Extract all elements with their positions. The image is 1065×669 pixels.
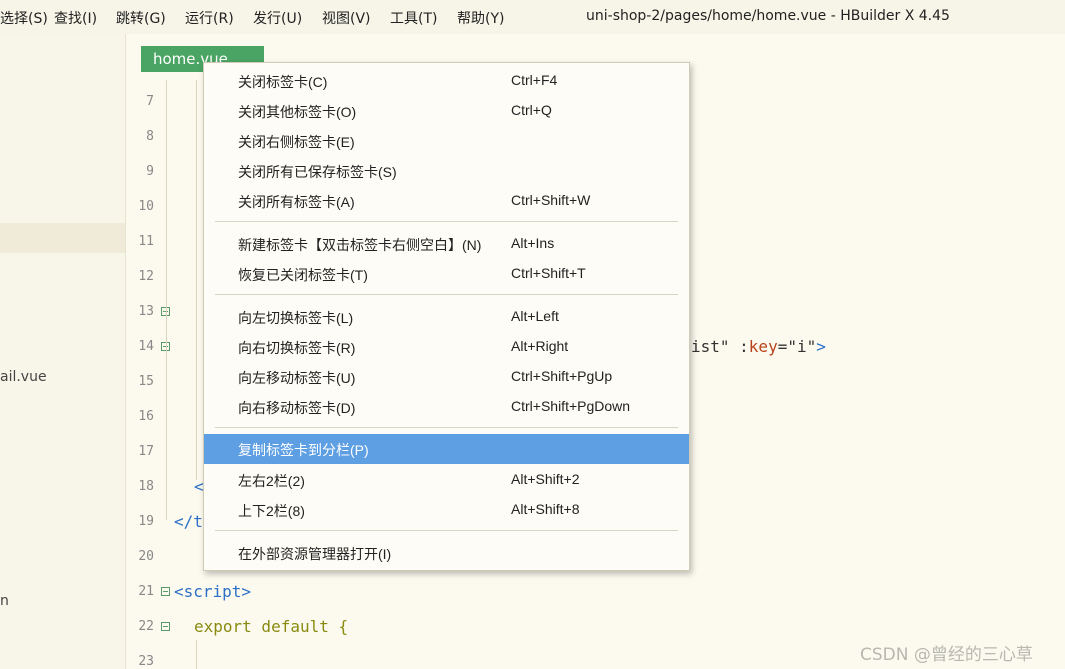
menu-help[interactable]: 帮助(Y) — [457, 8, 504, 28]
menu-bar: 选择(S) 查找(I) 跳转(G) 运行(R) 发行(U) 视图(V) 工具(T… — [0, 0, 1065, 34]
line-number: 8 — [146, 129, 154, 144]
menu-item-shortcut: Alt+Shift+2 — [511, 471, 580, 487]
menu-item-close-all-tabs[interactable]: 关闭所有标签卡(A) Ctrl+Shift+W — [204, 186, 689, 216]
menu-item-copy-tab-to-split[interactable]: 复制标签卡到分栏(P) — [204, 434, 689, 464]
line-number: 15 — [138, 374, 154, 389]
menu-item-shortcut: Alt+Left — [511, 308, 559, 324]
menu-item-label: 左右2栏(2) — [238, 473, 305, 489]
indent-guide — [196, 80, 197, 480]
watermark: CSDN @曾经的三心草 — [860, 645, 1033, 665]
line-number: 12 — [138, 269, 154, 284]
menu-item-label: 上下2栏(8) — [238, 503, 305, 519]
menu-item-label: 关闭右侧标签卡(E) — [238, 134, 355, 150]
line-number: 14 — [138, 339, 154, 354]
menu-item-label: 恢复已关闭标签卡(T) — [238, 267, 368, 283]
line-number: 19 — [138, 514, 154, 529]
code-line-14-tail: ist" :key="i"> — [691, 337, 826, 356]
line-number: 11 — [138, 234, 154, 249]
line-number: 7 — [146, 94, 154, 109]
sidebar-selected-row[interactable] — [0, 223, 125, 253]
project-sidebar: ail.vue n — [0, 34, 126, 669]
menu-item-shortcut: Alt+Ins — [511, 235, 555, 251]
indent-guide — [196, 640, 197, 669]
menu-item-label: 向左切换标签卡(L) — [238, 310, 354, 326]
menu-item-shortcut: Ctrl+Shift+W — [511, 192, 591, 208]
menu-item-label: 向右移动标签卡(D) — [238, 400, 356, 416]
line-number: 17 — [138, 444, 154, 459]
line-number: 16 — [138, 409, 154, 424]
menu-separator — [215, 427, 678, 428]
menu-item-reopen-closed-tab[interactable]: 恢复已关闭标签卡(T) Ctrl+Shift+T — [204, 259, 689, 289]
line-number: 23 — [138, 654, 154, 669]
fold-toggle-icon[interactable] — [161, 622, 170, 631]
menu-item-close-saved-tabs[interactable]: 关闭所有已保存标签卡(S) — [204, 156, 689, 186]
sidebar-file-item[interactable]: ail.vue — [0, 369, 47, 385]
menu-item-label: 复制标签卡到分栏(P) — [238, 442, 369, 458]
menu-item-shortcut: Ctrl+Q — [511, 102, 552, 118]
menu-select[interactable]: 选择(S) — [0, 8, 48, 28]
menu-item-open-in-explorer[interactable]: 在外部资源管理器打开(I) — [204, 538, 689, 568]
line-number: 13 — [138, 304, 154, 319]
menu-item-label: 关闭所有标签卡(A) — [238, 194, 355, 210]
menu-find[interactable]: 查找(I) — [54, 8, 97, 28]
code-line-22: export default { — [194, 617, 349, 636]
menu-item-shortcut: Alt+Right — [511, 338, 569, 354]
menu-view[interactable]: 视图(V) — [322, 8, 371, 28]
menu-item-close-other-tabs[interactable]: 关闭其他标签卡(O) Ctrl+Q — [204, 96, 689, 126]
tab-context-menu: 关闭标签卡(C) Ctrl+F4 关闭其他标签卡(O) Ctrl+Q 关闭右侧标… — [203, 62, 690, 571]
line-number: 9 — [146, 164, 154, 179]
indent-guide — [166, 80, 167, 520]
menu-item-shortcut: Ctrl+F4 — [511, 72, 558, 88]
menu-item-shortcut: Alt+Shift+8 — [511, 501, 580, 517]
menu-separator — [215, 294, 678, 295]
menu-run[interactable]: 运行(R) — [185, 8, 234, 28]
menu-item-shortcut: Ctrl+Shift+T — [511, 265, 586, 281]
menu-item-split-left-right[interactable]: 左右2栏(2) Alt+Shift+2 — [204, 465, 689, 495]
line-number: 21 — [138, 584, 154, 599]
menu-item-new-tab[interactable]: 新建标签卡【双击标签卡右侧空白】(N) Alt+Ins — [204, 229, 689, 259]
menu-item-switch-tab-right[interactable]: 向右切换标签卡(R) Alt+Right — [204, 332, 689, 362]
line-number: 18 — [138, 479, 154, 494]
menu-goto[interactable]: 跳转(G) — [116, 8, 166, 28]
menu-item-shortcut: Ctrl+Shift+PgDown — [511, 398, 631, 414]
menu-item-label: 关闭所有已保存标签卡(S) — [238, 164, 397, 180]
menu-item-move-tab-left[interactable]: 向左移动标签卡(U) Ctrl+Shift+PgUp — [204, 362, 689, 392]
menu-item-split-top-bottom[interactable]: 上下2栏(8) Alt+Shift+8 — [204, 495, 689, 525]
menu-item-move-tab-right[interactable]: 向右移动标签卡(D) Ctrl+Shift+PgDown — [204, 392, 689, 422]
menu-item-switch-tab-left[interactable]: 向左切换标签卡(L) Alt+Left — [204, 302, 689, 332]
menu-separator — [215, 530, 678, 531]
menu-separator — [215, 221, 678, 222]
sidebar-file-item[interactable]: n — [0, 593, 9, 609]
menu-publish[interactable]: 发行(U) — [253, 8, 302, 28]
line-number: 20 — [138, 549, 154, 564]
menu-item-close-tab[interactable]: 关闭标签卡(C) Ctrl+F4 — [204, 66, 689, 96]
menu-item-label: 向左移动标签卡(U) — [238, 370, 356, 386]
menu-item-label: 关闭其他标签卡(O) — [238, 104, 357, 120]
menu-item-label: 向右切换标签卡(R) — [238, 340, 356, 356]
menu-item-label: 关闭标签卡(C) — [238, 74, 328, 90]
menu-tools[interactable]: 工具(T) — [390, 8, 437, 28]
menu-item-label: 新建标签卡【双击标签卡右侧空白】(N) — [238, 237, 482, 253]
window-title: uni-shop-2/pages/home/home.vue - HBuilde… — [586, 8, 950, 24]
menu-item-close-right-tabs[interactable]: 关闭右侧标签卡(E) — [204, 126, 689, 156]
menu-item-label: 在外部资源管理器打开(I) — [238, 546, 392, 562]
code-line-21: <script> — [174, 582, 252, 601]
line-number: 22 — [138, 619, 154, 634]
code-line-19: </t — [174, 512, 203, 531]
line-number: 10 — [138, 199, 154, 214]
menu-item-shortcut: Ctrl+Shift+PgUp — [511, 368, 613, 384]
fold-toggle-icon[interactable] — [161, 587, 170, 596]
